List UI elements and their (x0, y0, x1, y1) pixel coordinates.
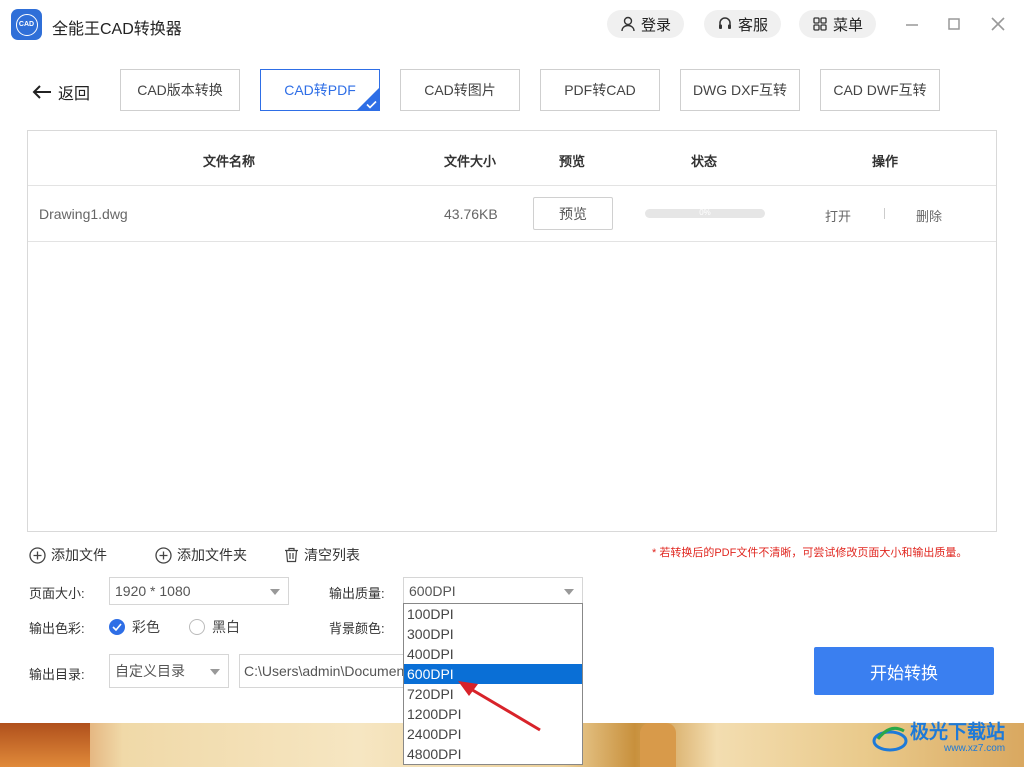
banner-figure (640, 723, 676, 767)
header-file-name: 文件名称 (203, 154, 256, 169)
radio-unchecked-icon (189, 619, 205, 635)
action-separator (884, 208, 885, 219)
app-title: 全能王CAD转换器 (52, 21, 182, 38)
tab-cad-version[interactable]: CAD版本转换 (120, 69, 240, 111)
header-actions: 操作 (872, 154, 899, 169)
output-dir-mode: 自定义目录 (115, 663, 185, 679)
back-button[interactable]: 返回 (32, 80, 90, 104)
minimize-icon (906, 24, 918, 26)
watermark-text: 极光下载站 (910, 721, 1006, 743)
page-size-select[interactable]: 1920 * 1080 (109, 577, 289, 605)
arrow-left-icon (32, 85, 51, 99)
table-header: 文件名称 文件大小 预览 状态 操作 (28, 131, 996, 186)
quality-label: 输出质量: (329, 586, 385, 601)
minimize-button[interactable] (902, 14, 922, 34)
header-file-size: 文件大小 (444, 154, 497, 169)
tab-cad-dwf[interactable]: CAD DWF互转 (820, 69, 940, 111)
plus-circle-icon (155, 546, 172, 564)
quality-option[interactable]: 400DPI (404, 644, 582, 664)
trash-icon (285, 547, 298, 563)
quality-hint: * 若转换后的PDF文件不清晰，可尝试修改页面大小和输出质量。 (652, 547, 968, 559)
add-file-button[interactable]: 添加文件 (29, 545, 107, 565)
grid-menu-icon (813, 17, 827, 31)
quality-option[interactable]: 100DPI (404, 604, 582, 624)
maximize-icon (948, 18, 960, 30)
check-icon (366, 100, 377, 109)
login-label: 登录 (641, 16, 672, 34)
annotation-arrow (458, 681, 541, 732)
open-link[interactable]: 打开 (825, 206, 851, 225)
header-status: 状态 (691, 154, 718, 169)
tab-dwg-dxf[interactable]: DWG DXF互转 (680, 69, 800, 111)
app-logo: CAD (11, 9, 42, 40)
file-name: Drawing1.dwg (39, 206, 128, 222)
maximize-button[interactable] (944, 14, 964, 34)
page-size-label: 页面大小: (29, 586, 85, 601)
add-folder-label: 添加文件夹 (177, 547, 247, 563)
chevron-down-icon (270, 589, 280, 595)
clear-list-button[interactable]: 清空列表 (284, 545, 360, 565)
quality-value: 600DPI (409, 583, 456, 599)
chevron-down-icon (210, 669, 220, 675)
tab-cad-to-image[interactable]: CAD转图片 (400, 69, 520, 111)
start-convert-button[interactable]: 开始转换 (814, 647, 994, 695)
file-table: 文件名称 文件大小 预览 状态 操作 Drawing1.dwg 43.76KB … (27, 130, 997, 532)
menu-label: 菜单 (833, 16, 864, 34)
service-label: 客服 (738, 16, 769, 34)
color-option-label: 彩色 (132, 619, 160, 635)
bg-color-label: 背景颜色: (329, 621, 385, 636)
back-label: 返回 (58, 86, 91, 103)
app-logo-text: CAD (15, 13, 38, 36)
delete-link[interactable]: 删除 (916, 206, 942, 225)
header-preview: 预览 (559, 154, 586, 169)
user-icon (621, 16, 635, 32)
bw-option-label: 黑白 (212, 619, 240, 635)
output-dir-select[interactable]: 自定义目录 (109, 654, 229, 688)
output-dir-label: 输出目录: (29, 667, 85, 682)
output-path-input[interactable]: C:\Users\admin\Documents (239, 654, 409, 688)
watermark-logo-icon (872, 726, 908, 752)
table-row: Drawing1.dwg 43.76KB 预览 0% 打开 删除 (28, 186, 996, 242)
add-folder-button[interactable]: 添加文件夹 (155, 545, 247, 565)
color-radio[interactable]: 彩色 (109, 617, 160, 637)
quality-option[interactable]: 300DPI (404, 624, 582, 644)
progress-bar: 0% (645, 208, 765, 218)
quality-option[interactable]: 4800DPI (404, 744, 582, 764)
site-watermark: 极光下载站 www.xz7.com (870, 715, 1020, 765)
clear-list-label: 清空列表 (304, 547, 360, 563)
radio-checked-icon (109, 619, 125, 635)
title-bar: CAD 全能王CAD转换器 登录 客服 菜单 (0, 0, 1024, 50)
plus-circle-icon (29, 546, 46, 564)
tab-cad-to-pdf[interactable]: CAD转PDF (260, 69, 380, 111)
close-icon (991, 17, 1005, 31)
banner-decoration (0, 723, 90, 767)
preview-button[interactable]: 预览 (533, 197, 613, 230)
watermark-url: www.xz7.com (944, 743, 1006, 754)
page-size-value: 1920 * 1080 (115, 583, 191, 599)
add-file-label: 添加文件 (51, 547, 107, 563)
headset-icon (719, 17, 731, 29)
quality-select[interactable]: 600DPI (403, 577, 583, 605)
progress-text: 0% (699, 208, 711, 217)
chevron-down-icon (564, 589, 574, 595)
menu-button[interactable]: 菜单 (799, 10, 877, 38)
customer-service-button[interactable]: 客服 (704, 10, 782, 38)
login-button[interactable]: 登录 (607, 10, 685, 38)
file-size: 43.76KB (444, 206, 498, 222)
tab-pdf-to-cad[interactable]: PDF转CAD (540, 69, 660, 111)
color-label: 输出色彩: (29, 621, 85, 636)
bw-radio[interactable]: 黑白 (189, 617, 240, 637)
close-button[interactable] (988, 14, 1008, 34)
